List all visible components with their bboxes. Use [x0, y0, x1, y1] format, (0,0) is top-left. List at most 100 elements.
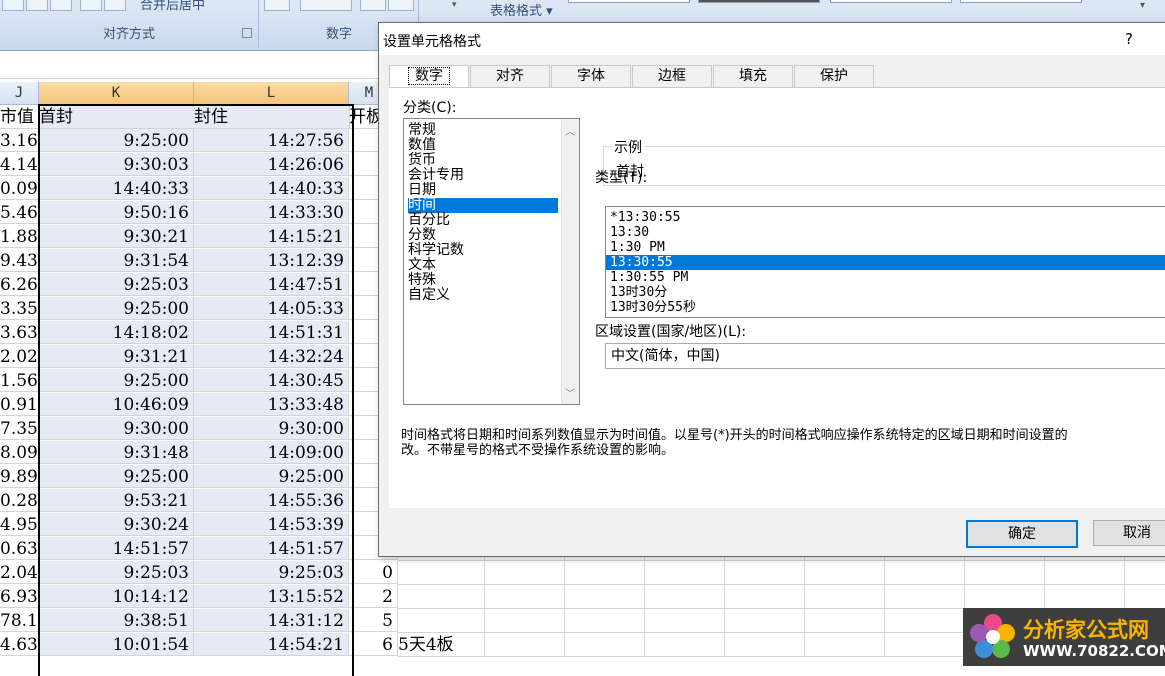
cell-l[interactable]: 14:33:30	[194, 201, 349, 224]
format-as-table-button[interactable]: 表格格式 ▾	[490, 0, 553, 19]
empty-cell[interactable]	[564, 609, 645, 633]
cell-j[interactable]: 9.89	[0, 465, 39, 488]
empty-cell[interactable]	[564, 633, 645, 657]
category-item[interactable]: 文本	[408, 258, 436, 273]
cell-j[interactable]: 0.09	[0, 177, 39, 200]
cell-l[interactable]: 14:55:36	[194, 489, 349, 512]
empty-cell[interactable]	[644, 561, 725, 585]
empty-cell[interactable]	[724, 561, 805, 585]
empty-cell[interactable]	[724, 585, 805, 609]
empty-cell[interactable]	[884, 609, 965, 633]
cell-j[interactable]: 6.93	[0, 585, 39, 608]
empty-cell[interactable]	[804, 633, 885, 657]
category-item[interactable]: 常规	[408, 123, 436, 138]
empty-cell[interactable]	[1124, 561, 1165, 585]
cell-l[interactable]: 14:32:24	[194, 345, 349, 368]
empty-cell[interactable]	[964, 585, 1045, 609]
column-header-k[interactable]: K	[39, 82, 194, 105]
empty-cell[interactable]	[1124, 585, 1165, 609]
cell-j[interactable]: 市值	[0, 105, 40, 129]
type-item[interactable]: 13时30分55秒	[606, 300, 1165, 315]
cell-j[interactable]: 1.56	[0, 369, 39, 392]
cell-m[interactable]: 2	[349, 585, 398, 608]
empty-cell[interactable]	[484, 585, 565, 609]
empty-cell[interactable]	[1044, 585, 1125, 609]
locale-select[interactable]: 中文(简体，中国)	[605, 343, 1165, 369]
cell-k[interactable]: 9:30:24	[39, 513, 194, 536]
cell-m[interactable]: 6	[349, 633, 398, 656]
empty-cell[interactable]	[644, 585, 725, 609]
cell-l[interactable]: 14:51:57	[194, 537, 349, 560]
cell-k[interactable]: 9:30:21	[39, 225, 194, 248]
empty-cell[interactable]	[644, 609, 725, 633]
cell-m[interactable]: 5	[349, 609, 398, 632]
cell-l[interactable]: 14:54:21	[194, 633, 349, 656]
cell-k[interactable]: 首封	[39, 105, 195, 129]
category-item[interactable]: 特殊	[408, 273, 436, 288]
category-item[interactable]: 时间	[408, 198, 558, 213]
cell-k[interactable]: 10:14:12	[39, 585, 194, 608]
cell-j[interactable]: 3.35	[0, 297, 39, 320]
empty-cell[interactable]	[484, 609, 565, 633]
cell-k[interactable]: 9:25:03	[39, 561, 194, 584]
help-button[interactable]: ?	[1125, 30, 1133, 48]
empty-cell[interactable]	[644, 633, 725, 657]
style-gallery-item[interactable]	[960, 0, 1082, 3]
tab-font[interactable]: 字体	[551, 65, 631, 87]
empty-cell[interactable]	[564, 585, 645, 609]
cell-k[interactable]: 14:18:02	[39, 321, 194, 344]
empty-cell[interactable]	[804, 561, 885, 585]
cell-l[interactable]: 14:15:21	[194, 225, 349, 248]
gallery-more-icon[interactable]: ▾	[1140, 0, 1145, 11]
category-item[interactable]: 百分比	[408, 213, 450, 228]
type-listbox[interactable]: *13:30:55 13:30 1:30 PM 13:30:55 1:30:55 PM 1…	[605, 206, 1165, 318]
tab-number[interactable]: 数字	[389, 65, 469, 88]
empty-cell[interactable]	[564, 561, 645, 585]
style-gallery-item[interactable]	[698, 0, 820, 3]
cell-l[interactable]: 14:31:12	[194, 609, 349, 632]
empty-cell[interactable]	[884, 585, 965, 609]
category-scrollbar[interactable]: ︿ ﹀	[561, 119, 579, 404]
cell-k[interactable]: 9:25:00	[39, 297, 194, 320]
category-item[interactable]: 自定义	[408, 288, 450, 303]
cell-k[interactable]: 9:50:16	[39, 201, 194, 224]
cell-k[interactable]: 9:30:03	[39, 153, 194, 176]
cell-k[interactable]: 10:46:09	[39, 393, 194, 416]
cell-j[interactable]: 78.1	[0, 609, 39, 632]
empty-cell[interactable]	[804, 585, 885, 609]
cell-j[interactable]: 6.26	[0, 273, 39, 296]
cell-k[interactable]: 9:31:54	[39, 249, 194, 272]
type-item[interactable]: 13:30	[606, 225, 1165, 240]
cell-k[interactable]: 9:25:00	[39, 129, 194, 152]
tab-fill[interactable]: 填充	[713, 65, 793, 87]
type-item[interactable]: 13时30分	[606, 285, 1165, 300]
cell-k[interactable]: 9:53:21	[39, 489, 194, 512]
cell-l[interactable]: 13:33:48	[194, 393, 349, 416]
empty-cell[interactable]	[484, 633, 565, 657]
cell-k[interactable]: 14:51:57	[39, 537, 194, 560]
cell-j[interactable]: 0.91	[0, 393, 39, 416]
cell-j[interactable]: 7.35	[0, 417, 39, 440]
empty-cell[interactable]	[804, 609, 885, 633]
cell-l[interactable]: 14:53:39	[194, 513, 349, 536]
cell-j[interactable]: 0.63	[0, 537, 39, 560]
cell-j[interactable]: 9.43	[0, 249, 39, 272]
cell-j[interactable]: 2.02	[0, 345, 39, 368]
cell-m[interactable]: 0	[349, 561, 398, 584]
cell-l[interactable]: 14:47:51	[194, 273, 349, 296]
category-listbox[interactable]: ︿ ﹀ 常规 数值 货币 会计专用 日期 时间 百分比 分数 科学记数 文本 特殊 自定义	[403, 118, 580, 405]
style-gallery-item[interactable]	[568, 0, 690, 3]
cell-l[interactable]: 14:30:45	[194, 369, 349, 392]
type-item[interactable]: 1:30:55 PM	[606, 270, 1165, 285]
category-item[interactable]: 分数	[408, 228, 436, 243]
cell-l[interactable]: 14:40:33	[194, 177, 349, 200]
cell-j[interactable]: 4.14	[0, 153, 39, 176]
cell-j[interactable]: 4.95	[0, 513, 39, 536]
empty-cell[interactable]	[724, 609, 805, 633]
cell-l[interactable]: 9:30:00	[194, 417, 349, 440]
cell-j[interactable]: 0.28	[0, 489, 39, 512]
cell-j[interactable]: 3.63	[0, 321, 39, 344]
category-item[interactable]: 会计专用	[408, 168, 464, 183]
empty-cell[interactable]	[1044, 561, 1125, 585]
cell-n[interactable]	[398, 585, 485, 609]
